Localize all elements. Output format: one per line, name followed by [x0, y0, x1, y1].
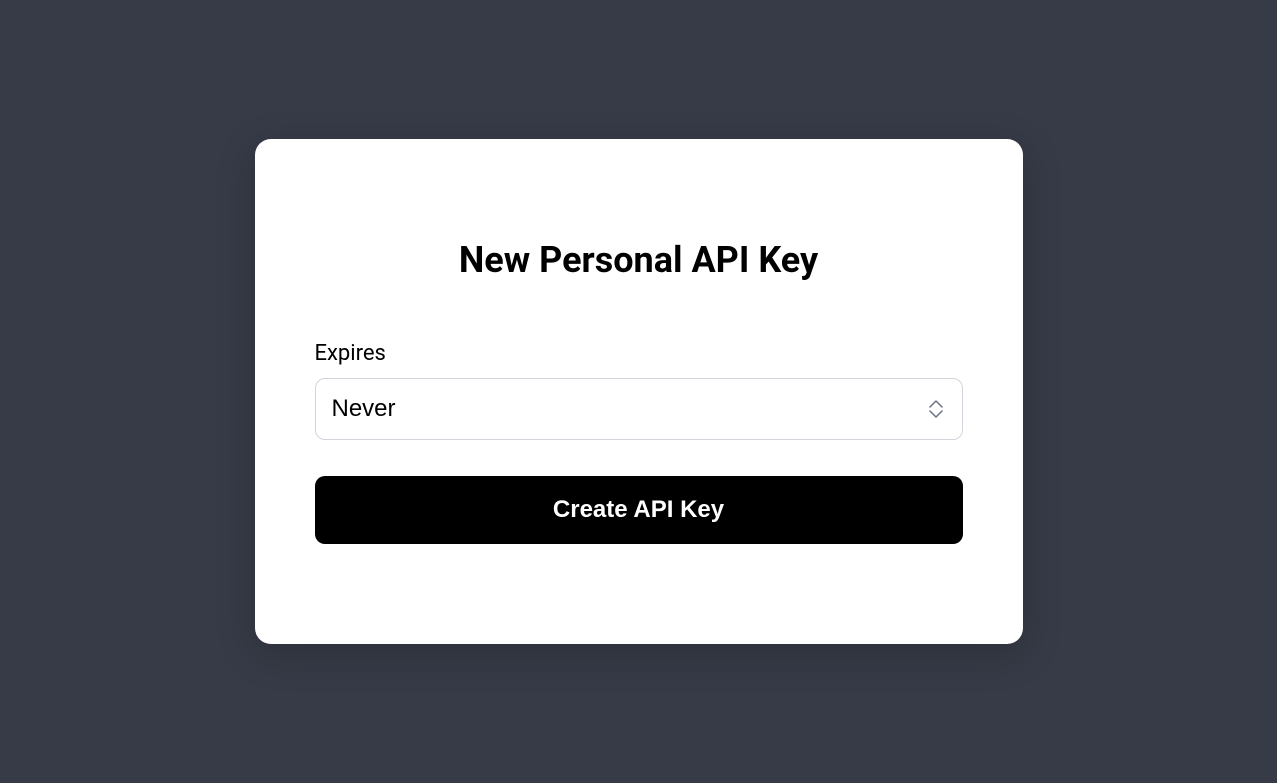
modal-title: New Personal API Key	[315, 239, 963, 281]
expires-form-group: Expires Never	[315, 341, 963, 440]
create-api-key-button[interactable]: Create API Key	[315, 476, 963, 544]
expires-select-wrapper: Never	[315, 378, 963, 440]
api-key-modal: New Personal API Key Expires Never Creat…	[255, 139, 1023, 644]
expires-select[interactable]: Never	[315, 378, 963, 440]
expires-selected-value: Never	[332, 395, 396, 422]
expires-label: Expires	[315, 341, 963, 366]
